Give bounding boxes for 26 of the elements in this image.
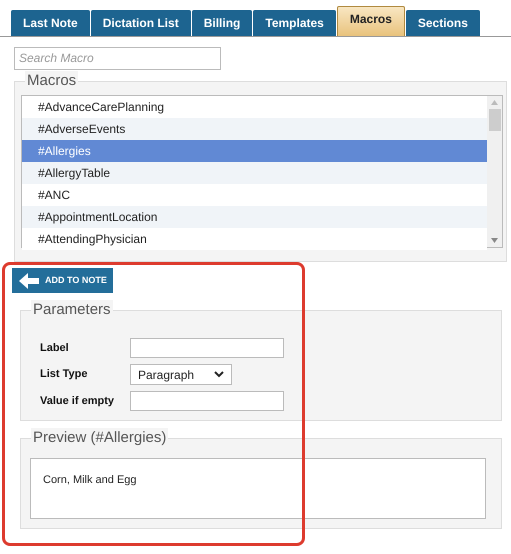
select-value: Paragraph <box>138 366 194 384</box>
macro-item[interactable]: #AllergyTable <box>22 162 487 184</box>
add-to-note-button[interactable]: ADD TO NOTE <box>12 268 113 293</box>
tab[interactable]: Sections <box>406 10 480 36</box>
field-label: List Type <box>40 367 88 382</box>
chevron-down-icon <box>214 371 224 378</box>
tab[interactable]: Last Note <box>11 10 90 36</box>
macro-item[interactable]: #AppointmentLocation <box>22 206 487 228</box>
scrollbar[interactable] <box>487 96 502 247</box>
scroll-up-arrow-icon[interactable] <box>491 100 498 105</box>
text-field[interactable] <box>130 391 284 411</box>
tab[interactable]: Dictation List <box>90 10 191 36</box>
arrow-left-icon <box>19 272 39 288</box>
field-label: Label <box>40 340 70 356</box>
preview-text: Corn, Milk and Egg <box>43 474 137 486</box>
scrollbar-thumb[interactable] <box>488 109 500 131</box>
tab[interactable]: Templates <box>253 10 336 36</box>
macro-item[interactable]: #AdverseEvents <box>22 118 487 140</box>
tab[interactable]: Macros <box>336 6 405 36</box>
field-label: Value if empty <box>40 394 115 409</box>
text-field[interactable] <box>130 338 284 358</box>
list-type-select[interactable]: Paragraph <box>130 364 232 385</box>
section-title: Preview (#Allergies) <box>31 428 168 448</box>
tab[interactable]: Billing <box>192 10 252 36</box>
search-field[interactable]: Search Macro <box>14 46 221 70</box>
scroll-down-arrow-icon[interactable] <box>491 238 498 243</box>
